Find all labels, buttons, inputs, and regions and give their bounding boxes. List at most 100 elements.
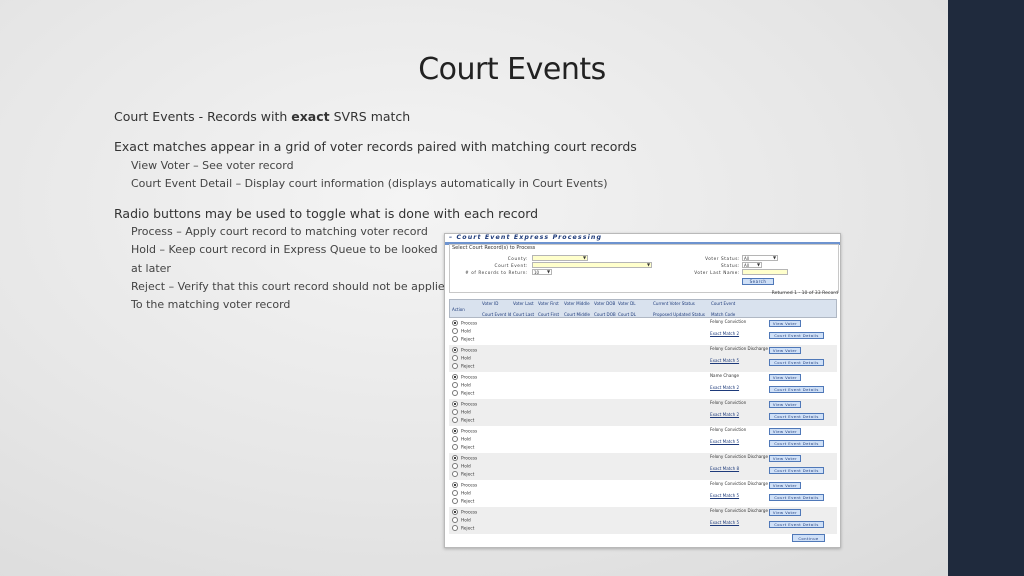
- radio-process[interactable]: Process: [452, 347, 477, 354]
- radio-hold[interactable]: Hold: [452, 382, 471, 389]
- radio-circle-icon: [452, 455, 458, 461]
- view-voter-button[interactable]: View Voter: [769, 347, 801, 354]
- radio-reject[interactable]: Reject: [452, 444, 474, 451]
- voter-last-name-input[interactable]: [742, 269, 788, 275]
- radio-circle-icon: [452, 347, 458, 353]
- match-code-link[interactable]: Exact Match 5: [710, 439, 739, 444]
- radio-circle-icon: [452, 525, 458, 531]
- table-row: Process Hold Reject Name Change Exact Match …: [449, 372, 837, 399]
- radio-hold[interactable]: Hold: [452, 355, 471, 362]
- column-header: Voter DL: [618, 301, 636, 306]
- radio-hold[interactable]: Hold: [452, 463, 471, 470]
- view-voter-button[interactable]: View Voter: [769, 374, 801, 381]
- column-header: Court Middle: [564, 312, 591, 317]
- county-label: County:: [507, 256, 528, 261]
- radio-label: Process: [461, 456, 478, 462]
- court-event-details-button[interactable]: Court Event Details: [769, 332, 824, 339]
- table-row: Process Hold Reject Felony Conviction Exact …: [449, 318, 837, 345]
- radio-reject[interactable]: Reject: [452, 498, 474, 505]
- radio-circle-icon: [452, 444, 458, 450]
- radio-circle-icon: [452, 336, 458, 342]
- radio-reject[interactable]: Reject: [452, 525, 474, 532]
- radio-label: Reject: [461, 337, 475, 343]
- court-event-details-button[interactable]: Court Event Details: [769, 386, 824, 393]
- search-button[interactable]: Search: [742, 278, 774, 285]
- radio-circle-icon: [452, 363, 458, 369]
- view-voter-button[interactable]: View Voter: [769, 401, 801, 408]
- chevron-down-icon: ▼: [773, 255, 777, 260]
- radio-hold[interactable]: Hold: [452, 517, 471, 524]
- radio-process[interactable]: Process: [452, 374, 477, 381]
- radio-process[interactable]: Process: [452, 320, 477, 327]
- radio-reject[interactable]: Reject: [452, 390, 474, 397]
- court-event-details-button[interactable]: Court Event Details: [769, 494, 824, 501]
- county-select[interactable]: [532, 255, 588, 261]
- court-event-details-button[interactable]: Court Event Details: [769, 359, 824, 366]
- match-code-link[interactable]: Exact Match 5: [710, 358, 739, 363]
- court-event-details-button[interactable]: Court Event Details: [769, 440, 824, 447]
- section2-item: To the matching voter record: [131, 298, 291, 311]
- radio-process[interactable]: Process: [452, 401, 477, 408]
- radio-hold[interactable]: Hold: [452, 490, 471, 497]
- view-voter-button[interactable]: View Voter: [769, 509, 801, 516]
- radio-circle-icon: [452, 355, 458, 361]
- radio-hold[interactable]: Hold: [452, 328, 471, 335]
- radio-circle-icon: [452, 436, 458, 442]
- column-header: Voter Middle: [564, 301, 590, 306]
- radio-reject[interactable]: Reject: [452, 336, 474, 343]
- radio-reject[interactable]: Reject: [452, 417, 474, 424]
- radio-circle-icon: [452, 409, 458, 415]
- radio-process[interactable]: Process: [452, 455, 477, 462]
- radio-label: Process: [461, 510, 478, 516]
- column-header: Court Event: [711, 301, 736, 306]
- match-code-link[interactable]: Exact Match 8: [710, 466, 739, 471]
- view-voter-button[interactable]: View Voter: [769, 482, 801, 489]
- continue-button[interactable]: Continue: [792, 534, 825, 542]
- match-code-link[interactable]: Exact Match 5: [710, 520, 739, 525]
- court-event-cell: Felony Conviction: [710, 319, 747, 324]
- radio-label: Hold: [461, 518, 471, 524]
- radio-process[interactable]: Process: [452, 509, 477, 516]
- table-row: Process Hold Reject Felony Conviction Exact …: [449, 426, 837, 453]
- radio-label: Process: [461, 348, 478, 354]
- match-code-link[interactable]: Exact Match 2: [710, 385, 739, 390]
- returned-count: Returned 1 - 10 of 33 Record: [771, 291, 838, 296]
- radio-circle-icon: [452, 401, 458, 407]
- radio-label: Hold: [461, 383, 471, 389]
- radio-label: Hold: [461, 464, 471, 470]
- radio-circle-icon: [452, 517, 458, 523]
- match-code-link[interactable]: Exact Match 2: [710, 412, 739, 417]
- court-event-details-button[interactable]: Court Event Details: [769, 467, 824, 474]
- filter-legend: Select Court Record(s) to Process: [452, 245, 536, 251]
- court-event-details-button[interactable]: Court Event Details: [769, 521, 824, 528]
- radio-label: Reject: [461, 526, 475, 532]
- view-voter-button[interactable]: View Voter: [769, 455, 801, 462]
- section2-item: at later: [131, 262, 171, 275]
- radio-label: Reject: [461, 472, 475, 478]
- radio-reject[interactable]: Reject: [452, 471, 474, 478]
- radio-label: Process: [461, 483, 478, 489]
- court-event-label: Court Event:: [494, 263, 528, 268]
- radio-process[interactable]: Process: [452, 482, 477, 489]
- radio-hold[interactable]: Hold: [452, 436, 471, 443]
- chevron-down-icon: ▼: [547, 269, 551, 274]
- court-event-details-button[interactable]: Court Event Details: [769, 413, 824, 420]
- view-voter-button[interactable]: View Voter: [769, 428, 801, 435]
- court-event-cell: Felony Conviction Discharge: [710, 508, 769, 513]
- radio-label: Reject: [461, 499, 475, 505]
- view-voter-button[interactable]: View Voter: [769, 320, 801, 327]
- court-event-select[interactable]: [532, 262, 652, 268]
- column-header: Current Voter Status: [653, 301, 695, 306]
- radio-reject[interactable]: Reject: [452, 363, 474, 370]
- results-grid: Action Voter ID Voter Last Voter First V…: [449, 299, 837, 537]
- radio-label: Process: [461, 375, 478, 381]
- column-header: Court DOB: [594, 312, 616, 317]
- radio-hold[interactable]: Hold: [452, 409, 471, 416]
- radio-circle-icon: [452, 482, 458, 488]
- match-code-link[interactable]: Exact Match 5: [710, 493, 739, 498]
- column-header: Court DL: [618, 312, 636, 317]
- section2-item: Process – Apply court record to matching…: [131, 225, 428, 238]
- radio-process[interactable]: Process: [452, 428, 477, 435]
- match-code-link[interactable]: Exact Match 2: [710, 331, 739, 336]
- subtitle-text: Court Events - Records with: [114, 109, 292, 124]
